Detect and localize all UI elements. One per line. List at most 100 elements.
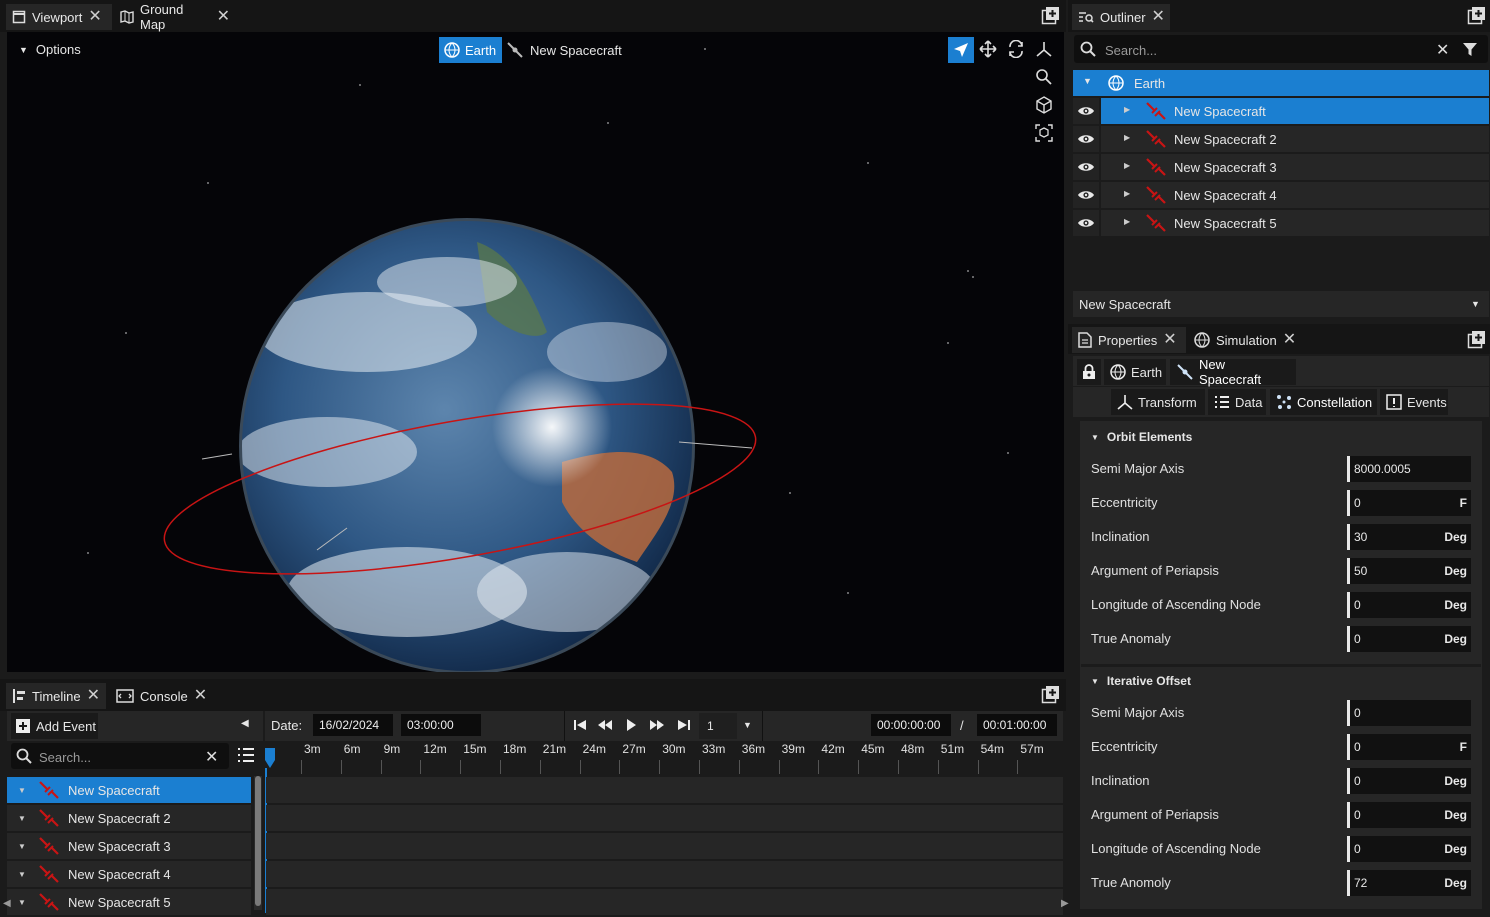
skip-start-icon[interactable] xyxy=(573,718,587,732)
timeline-item[interactable]: ▼ New Spacecraft 4 xyxy=(7,861,251,887)
skip-end-icon[interactable] xyxy=(677,718,691,732)
timeline-search-input[interactable]: Search... ✕ xyxy=(11,743,229,769)
zoom-icon[interactable] xyxy=(1035,68,1053,86)
select-tool-button[interactable] xyxy=(948,37,974,63)
rotate-tool-icon[interactable] xyxy=(1007,40,1025,58)
caret-down-icon[interactable]: ▼ xyxy=(18,842,26,851)
clear-search-icon[interactable]: ✕ xyxy=(205,747,218,767)
outliner-item-body[interactable]: ▶ New Spacecraft xyxy=(1101,98,1489,124)
subtab-transform[interactable]: Transform xyxy=(1111,389,1205,415)
close-icon[interactable]: ✕ xyxy=(194,688,207,704)
outliner-item[interactable]: ▶ New Spacecraft 4 xyxy=(1073,182,1489,208)
add-panel-icon[interactable] xyxy=(1041,7,1059,25)
property-input[interactable]: 50 Deg xyxy=(1347,558,1471,584)
tab-simulation[interactable]: Simulation ✕ xyxy=(1188,327,1304,353)
visibility-eye-icon[interactable] xyxy=(1073,154,1099,180)
outliner-item[interactable]: ▶ New Spacecraft xyxy=(1073,98,1489,124)
cube-icon[interactable] xyxy=(1035,96,1053,114)
move-tool-icon[interactable] xyxy=(979,40,997,58)
tab-properties[interactable]: Properties ✕ xyxy=(1072,327,1186,353)
focus-cube-icon[interactable] xyxy=(1035,124,1053,142)
subtab-constellation[interactable]: Constellation xyxy=(1270,389,1377,415)
caret-right-icon[interactable]: ▶ xyxy=(1124,105,1130,114)
outliner-root-earth[interactable]: ▼ Earth xyxy=(1073,70,1489,96)
outliner-item-body[interactable]: ▶ New Spacecraft 3 xyxy=(1101,154,1489,180)
scrollbar-thumb[interactable] xyxy=(255,776,261,906)
options-dropdown[interactable]: ▼ Options xyxy=(19,42,81,57)
close-icon[interactable]: ✕ xyxy=(1152,9,1165,25)
timeline-item[interactable]: ▼ New Spacecraft 3 xyxy=(7,833,251,859)
property-input[interactable]: 30 Deg xyxy=(1347,524,1471,550)
property-input[interactable]: 0 Deg xyxy=(1347,626,1471,652)
list-view-icon[interactable] xyxy=(237,747,255,763)
outliner-item[interactable]: ▶ New Spacecraft 3 xyxy=(1073,154,1489,180)
property-input[interactable]: 0 Deg xyxy=(1347,768,1471,794)
close-icon[interactable]: ✕ xyxy=(88,9,101,25)
timeline-track[interactable] xyxy=(266,805,1063,831)
property-input[interactable]: 0 xyxy=(1347,700,1471,726)
outliner-item-body[interactable]: ▶ New Spacecraft 4 xyxy=(1101,182,1489,208)
time-input[interactable]: 03:00:00 xyxy=(401,714,481,736)
property-input[interactable]: 0 Deg xyxy=(1347,802,1471,828)
date-input[interactable]: 16/02/2024 xyxy=(313,714,393,736)
tab-console[interactable]: Console ✕ xyxy=(110,683,210,709)
property-input[interactable]: 0 Deg xyxy=(1347,836,1471,862)
timeline-item[interactable]: ▼ New Spacecraft 5 xyxy=(7,889,251,915)
selection-dropdown[interactable]: New Spacecraft ▼ xyxy=(1073,291,1489,317)
subtab-data[interactable]: Data xyxy=(1208,389,1266,415)
breadcrumb-spacecraft[interactable]: New Spacecraft xyxy=(1170,357,1296,387)
caret-down-icon[interactable]: ▼ xyxy=(18,814,26,823)
tab-viewport[interactable]: Viewport ✕ xyxy=(6,4,112,30)
caret-down-icon[interactable]: ▼ xyxy=(18,870,26,879)
caret-right-icon[interactable]: ▶ xyxy=(1124,217,1130,226)
add-panel-icon[interactable] xyxy=(1041,686,1059,704)
orbit-elements-header[interactable]: ▼ Orbit Elements xyxy=(1083,423,1473,451)
visibility-eye-icon[interactable] xyxy=(1073,126,1099,152)
fast-forward-icon[interactable] xyxy=(649,718,665,732)
duration-time[interactable]: 00:01:00:00 xyxy=(977,714,1057,736)
property-input[interactable]: 72 Deg xyxy=(1347,870,1471,896)
lock-button[interactable] xyxy=(1077,359,1101,385)
clear-search-icon[interactable]: ✕ xyxy=(1436,40,1449,60)
add-panel-icon[interactable] xyxy=(1467,7,1485,25)
outliner-item-body[interactable]: ▶ New Spacecraft 5 xyxy=(1101,210,1489,236)
earth-focus-chip[interactable]: Earth xyxy=(439,37,502,63)
outliner-item-body[interactable]: ▶ New Spacecraft 2 xyxy=(1101,126,1489,152)
outliner-item[interactable]: ▶ New Spacecraft 5 xyxy=(1073,210,1489,236)
visibility-eye-icon[interactable] xyxy=(1073,182,1099,208)
property-input[interactable]: 0 Deg xyxy=(1347,592,1471,618)
play-icon[interactable] xyxy=(625,718,637,732)
add-event-button[interactable]: Add Event xyxy=(11,713,98,739)
iterative-offset-header[interactable]: ▼ Iterative Offset xyxy=(1083,667,1473,695)
caret-down-icon[interactable]: ▼ xyxy=(18,898,26,907)
timeline-item[interactable]: ▼ New Spacecraft xyxy=(7,777,251,803)
tab-ground-map[interactable]: Ground Map ✕ xyxy=(114,2,236,32)
spacecraft-focus-chip[interactable]: New Spacecraft xyxy=(506,37,622,63)
visibility-eye-icon[interactable] xyxy=(1073,210,1099,236)
axes-icon[interactable] xyxy=(1035,40,1053,58)
timeline-track[interactable] xyxy=(266,833,1063,859)
property-input[interactable]: 0F xyxy=(1347,490,1471,516)
scroll-left-arrow[interactable]: ◀ xyxy=(0,893,16,915)
timeline-track[interactable] xyxy=(266,889,1063,915)
speed-dropdown-icon[interactable]: ▼ xyxy=(743,720,752,730)
speed-input[interactable]: 1 xyxy=(699,713,737,739)
timeline-item[interactable]: ▼ New Spacecraft 2 xyxy=(7,805,251,831)
outliner-search-input[interactable]: Search... ✕ xyxy=(1074,35,1488,63)
property-input[interactable]: 0F xyxy=(1347,734,1471,760)
breadcrumb-earth[interactable]: Earth xyxy=(1104,359,1166,385)
tab-outliner[interactable]: Outliner ✕ xyxy=(1072,4,1170,30)
playhead[interactable] xyxy=(265,748,275,768)
rewind-icon[interactable] xyxy=(597,718,613,732)
outliner-item[interactable]: ▶ New Spacecraft 2 xyxy=(1073,126,1489,152)
property-input[interactable]: 8000.0005 xyxy=(1347,456,1471,482)
close-icon[interactable]: ✕ xyxy=(87,688,100,704)
subtab-events[interactable]: Events xyxy=(1380,389,1448,415)
caret-right-icon[interactable]: ▶ xyxy=(1124,161,1130,170)
close-icon[interactable]: ✕ xyxy=(1163,332,1176,348)
close-icon[interactable]: ✕ xyxy=(217,9,230,25)
caret-down-icon[interactable]: ▼ xyxy=(18,786,26,795)
list-scrollbar[interactable] xyxy=(254,776,262,910)
filter-icon[interactable] xyxy=(1462,41,1478,57)
timeline-track[interactable] xyxy=(266,861,1063,887)
